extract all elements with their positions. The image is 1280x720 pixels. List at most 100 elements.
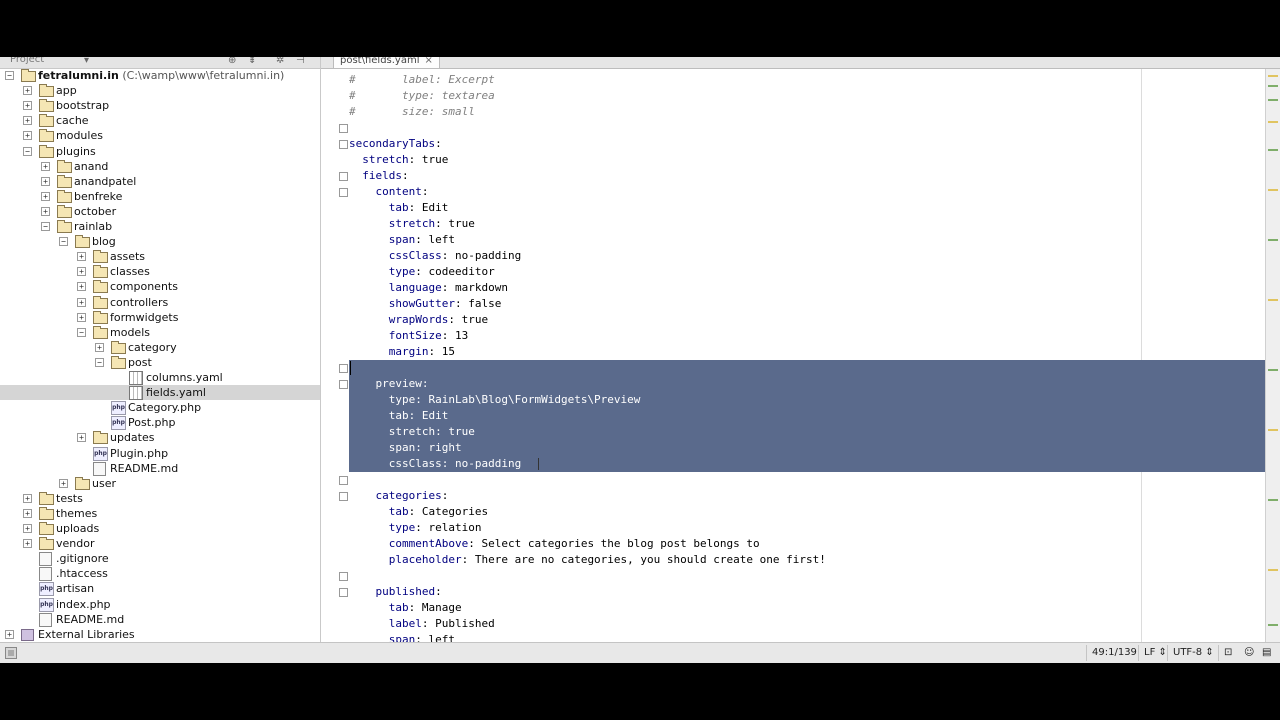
tree-item[interactable]: .gitignore	[0, 551, 320, 566]
collapse-toggle-icon[interactable]: −	[5, 71, 14, 80]
expand-toggle-icon[interactable]: +	[77, 282, 86, 291]
tree-item[interactable]: + uploads	[0, 521, 320, 536]
change-marker[interactable]	[1268, 499, 1278, 501]
warning-marker[interactable]	[1268, 121, 1278, 123]
tree-item[interactable]: + app	[0, 83, 320, 98]
fold-marker-icon[interactable]	[339, 188, 348, 197]
expand-toggle-icon[interactable]: +	[5, 630, 14, 639]
tree-item[interactable]: + assets	[0, 249, 320, 264]
tree-item[interactable]: + controllers	[0, 295, 320, 310]
code-line[interactable]: # label: Excerpt	[349, 72, 495, 88]
code-line[interactable]: fields:	[349, 168, 408, 184]
code-line[interactable]: cssClass: no-padding	[349, 248, 521, 264]
tree-item[interactable]: + themes	[0, 506, 320, 521]
expand-toggle-icon[interactable]: +	[41, 207, 50, 216]
tree-item[interactable]: php Post.php	[0, 415, 320, 430]
change-marker[interactable]	[1268, 85, 1278, 87]
code-line[interactable]: language: markdown	[349, 280, 508, 296]
tree-item[interactable]: README.md	[0, 612, 320, 627]
fold-marker-icon[interactable]	[339, 572, 348, 581]
expand-toggle-icon[interactable]: +	[23, 539, 32, 548]
tree-item[interactable]: .htaccess	[0, 566, 320, 581]
tree-item[interactable]: + benfreke	[0, 189, 320, 204]
tree-item[interactable]: − fetralumni.in (C:\wamp\www\fetralumni.i…	[0, 68, 320, 83]
expand-toggle-icon[interactable]: +	[41, 177, 50, 186]
collapse-toggle-icon[interactable]: −	[59, 237, 68, 246]
expand-toggle-icon[interactable]: +	[23, 101, 32, 110]
line-separator-selector[interactable]: LF ⇕	[1144, 647, 1167, 658]
code-line[interactable]: wrapWords: true	[349, 312, 488, 328]
target-icon[interactable]: ⊕	[228, 57, 236, 66]
code-line[interactable]: tab: Edit	[349, 408, 449, 424]
warning-marker[interactable]	[1268, 569, 1278, 571]
collapse-toggle-icon[interactable]: −	[95, 358, 104, 367]
code-line[interactable]: margin: 15	[349, 344, 455, 360]
tree-item[interactable]: fields.yaml	[0, 385, 320, 400]
editor-gutter[interactable]	[321, 69, 349, 642]
tab-fields-yaml[interactable]: post\fields.yaml ×	[333, 57, 440, 68]
tree-item[interactable]: + External Libraries	[0, 627, 320, 642]
code-line[interactable]: tab: Categories	[349, 504, 488, 520]
change-marker[interactable]	[1268, 624, 1278, 626]
fold-marker-icon[interactable]	[339, 588, 348, 597]
tree-item[interactable]: + bootstrap	[0, 98, 320, 113]
expand-toggle-icon[interactable]: +	[77, 267, 86, 276]
code-line[interactable]: type: codeeditor	[349, 264, 495, 280]
expand-toggle-icon[interactable]: +	[41, 192, 50, 201]
fold-marker-icon[interactable]	[339, 124, 348, 133]
tree-item[interactable]: + modules	[0, 128, 320, 143]
code-line[interactable]: commentAbove: Select categories the blog…	[349, 536, 760, 552]
dropdown-arrow-icon[interactable]: ▾	[84, 57, 89, 66]
collapse-toggle-icon[interactable]: −	[23, 147, 32, 156]
tree-item[interactable]: + classes	[0, 264, 320, 279]
expand-toggle-icon[interactable]: +	[77, 313, 86, 322]
code-line[interactable]: span: right	[349, 440, 462, 456]
fold-marker-icon[interactable]	[339, 476, 348, 485]
caret-position[interactable]: 49:1/139	[1092, 647, 1137, 658]
tree-item[interactable]: + anandpatel	[0, 174, 320, 189]
code-line[interactable]: span: left	[349, 632, 455, 642]
tree-item[interactable]: + updates	[0, 430, 320, 445]
close-icon[interactable]: ×	[425, 57, 433, 66]
collapse-toggle-icon[interactable]: −	[77, 328, 86, 337]
hide-icon[interactable]: ⊣	[296, 57, 305, 66]
code-line[interactable]: stretch: true	[349, 424, 475, 440]
inspector-icon[interactable]: ☺	[1244, 647, 1254, 658]
code-line[interactable]: # type: textarea	[349, 88, 495, 104]
tree-item[interactable]: − post	[0, 355, 320, 370]
tree-item[interactable]: + components	[0, 279, 320, 294]
expand-toggle-icon[interactable]: +	[23, 131, 32, 140]
expand-toggle-icon[interactable]: +	[23, 524, 32, 533]
tree-item[interactable]: php Plugin.php	[0, 446, 320, 461]
change-marker[interactable]	[1268, 99, 1278, 101]
expand-toggle-icon[interactable]: +	[77, 252, 86, 261]
code-line[interactable]: categories:	[349, 488, 449, 504]
gear-icon[interactable]: ✲	[276, 57, 284, 66]
encoding-selector[interactable]: UTF-8 ⇕	[1173, 647, 1214, 658]
fold-marker-icon[interactable]	[339, 364, 348, 373]
tree-item[interactable]: − plugins	[0, 144, 320, 159]
code-line[interactable]: preview:	[349, 376, 429, 392]
code-line[interactable]: showGutter: false	[349, 296, 502, 312]
memory-icon[interactable]: ▤	[1262, 647, 1271, 658]
tool-windows-toggle-icon[interactable]	[5, 647, 17, 659]
code-line[interactable]: label: Published	[349, 616, 495, 632]
expand-toggle-icon[interactable]: +	[59, 479, 68, 488]
expand-toggle-icon[interactable]: +	[95, 343, 104, 352]
code-line[interactable]: type: RainLab\Blog\FormWidgets\Preview	[349, 392, 641, 408]
tree-item[interactable]: columns.yaml	[0, 370, 320, 385]
code-line[interactable]: secondaryTabs:	[349, 136, 442, 152]
lock-icon[interactable]: ⊡	[1224, 647, 1232, 658]
code-line[interactable]: cssClass: no-padding	[349, 456, 521, 472]
error-stripe[interactable]	[1265, 69, 1280, 642]
tree-item[interactable]: + october	[0, 204, 320, 219]
warning-marker[interactable]	[1268, 189, 1278, 191]
code-line[interactable]: placeholder: There are no categories, yo…	[349, 552, 826, 568]
collapse-icon[interactable]: ⇟	[248, 57, 256, 66]
fold-marker-icon[interactable]	[339, 492, 348, 501]
code-line[interactable]: tab: Edit	[349, 200, 449, 216]
code-line[interactable]: content:	[349, 184, 429, 200]
fold-marker-icon[interactable]	[339, 140, 348, 149]
tree-item[interactable]: php index.php	[0, 597, 320, 612]
tree-item[interactable]: − blog	[0, 234, 320, 249]
